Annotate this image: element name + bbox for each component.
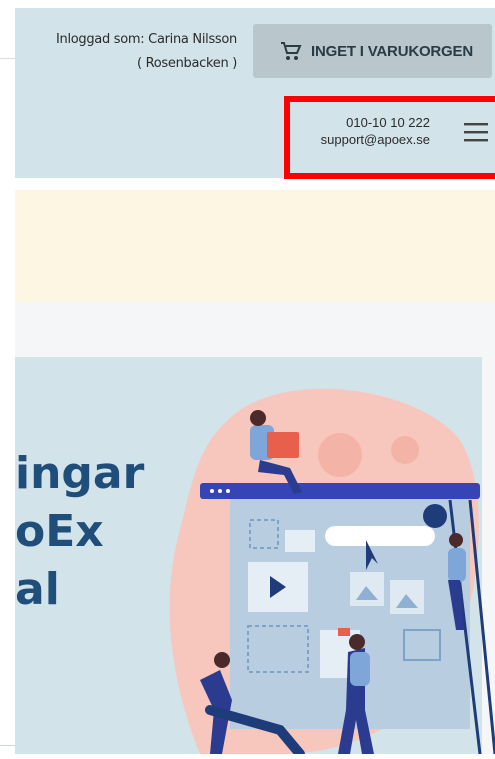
hamburger-menu-icon[interactable] [462,120,490,144]
hero-title-line: ingar [15,448,145,499]
hero-title-line: al [15,564,60,615]
support-email[interactable]: support@apoex.se [300,131,430,148]
support-phone[interactable]: 010-10 10 222 [300,114,430,131]
hero-title-line: oEx [15,506,104,557]
shopping-cart-icon [279,39,303,63]
notice-banner [15,190,495,302]
hero-title: ingar oEx al [15,445,144,619]
hero-illustration [160,380,495,759]
logged-in-org: ( Rosenbacken ) [137,56,237,71]
cart-button[interactable]: INGET I VARUKORGEN [253,24,492,78]
contact-info: 010-10 10 222 support@apoex.se [300,114,430,148]
login-info: Inloggad som: Carina Nilsson ( Rosenback… [15,28,237,76]
left-page-strip [0,0,15,754]
cart-label: INGET I VARUKORGEN [311,42,473,60]
logged-in-user: Inloggad som: Carina Nilsson [55,32,237,47]
divider [0,745,15,746]
